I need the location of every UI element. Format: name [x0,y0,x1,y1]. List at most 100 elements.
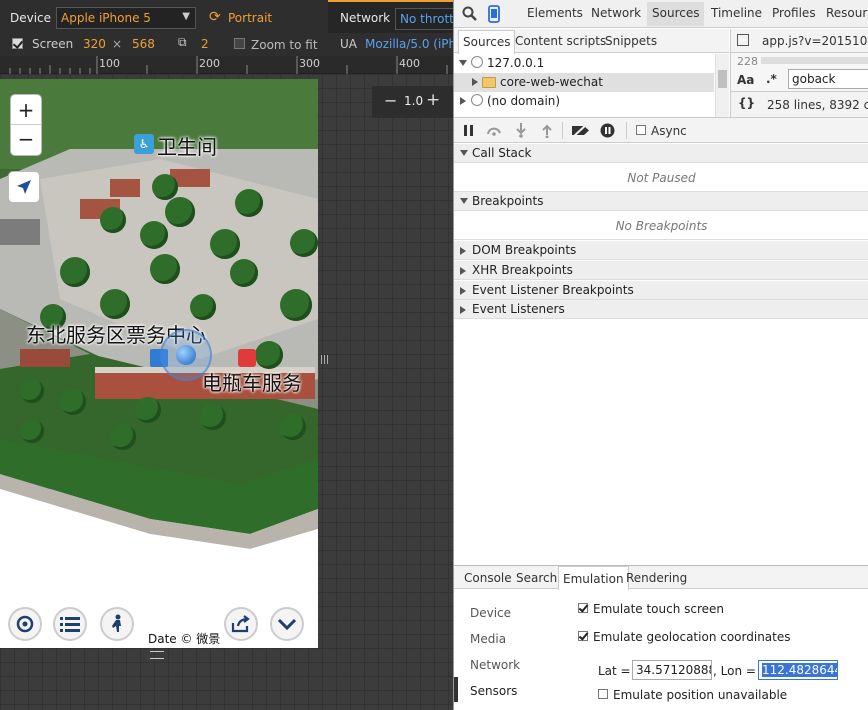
step-into-icon[interactable] [516,123,526,138]
map-locate-button[interactable] [8,171,40,203]
expand-triangle-icon [460,198,468,204]
navigator-tab-sources[interactable]: Sources [458,30,516,54]
breakpoints-header[interactable]: Breakpoints [454,192,868,211]
tree-item-localhost[interactable]: 127.0.0.1 [454,54,714,73]
list-button[interactable] [53,607,87,641]
pretty-print-icon[interactable]: {} [738,96,755,110]
drawer-tab-search[interactable]: Search [516,571,557,585]
emulate-touch-label: Emulate touch screen [593,602,725,616]
navigation-arrow-icon [17,180,31,194]
tree-scrollbar[interactable] [715,54,729,117]
section-title: Call Stack [472,146,532,160]
ua-label: UA [340,37,357,51]
position-unavailable-checkbox[interactable] [598,689,608,699]
search-input[interactable]: goback [788,69,868,89]
map-tree [60,389,86,415]
line-number: 228 [737,55,758,68]
inspect-search-icon[interactable] [462,6,477,21]
event-listener-breakpoints-header[interactable]: Event Listener Breakpoints [454,281,868,300]
resize-handle-right[interactable]: ||| [320,356,329,372]
xhr-breakpoints-header[interactable]: XHR Breakpoints [454,261,868,280]
map-zoom-in-button[interactable]: + [11,95,41,125]
map-tree [235,189,263,217]
tree-item-core-web-wechat[interactable]: core-web-wechat [454,73,714,92]
zoom-to-fit-checkbox[interactable] [234,38,245,49]
target-button[interactable] [8,607,42,641]
emulation-toolbar: Device Apple iPhone 5 ▼ ⟳ Portrait Netwo… [0,0,454,56]
tab-profiles[interactable]: Profiles [772,6,816,20]
tree-item-no-domain[interactable]: (no domain) [454,92,714,111]
map-tree [190,294,216,320]
network-select[interactable]: No thrott [395,8,454,30]
emulate-touch-checkbox[interactable] [578,603,588,613]
toggle-navigator-icon[interactable] [737,34,749,46]
latitude-input[interactable]: 34.571208888 [632,660,712,680]
event-listeners-header[interactable]: Event Listeners [454,300,868,319]
walking-tour-button[interactable] [100,607,134,641]
longitude-input[interactable]: 112.48286444 [758,660,838,680]
horizontal-ruler: 100 200 300 400 [0,56,453,74]
position-unavailable-label: Emulate position unavailable [613,688,788,702]
async-checkbox[interactable] [636,125,646,135]
step-out-icon[interactable] [542,123,552,138]
editor-hscroll[interactable] [761,57,868,64]
map-zoom-out-button[interactable]: − [11,125,41,155]
match-case-toggle[interactable]: Aa [737,73,754,87]
call-stack-header[interactable]: Call Stack [454,144,868,163]
orientation-label[interactable]: Portrait [228,11,272,25]
drawer-tab-rendering[interactable]: Rendering [626,571,687,585]
device-select[interactable]: Apple iPhone 5 ▼ [56,7,196,29]
globe-icon [471,56,483,68]
tab-timeline[interactable]: Timeline [711,6,762,20]
zoom-in-button[interactable]: + [426,90,440,110]
tab-sources[interactable]: Sources [647,2,705,26]
collapse-button[interactable] [270,607,304,641]
dom-breakpoints-header[interactable]: DOM Breakpoints [454,241,868,260]
pause-on-exceptions-icon[interactable] [600,123,615,138]
emulation-nav-device[interactable]: Device [470,606,511,620]
map-label-restroom[interactable]: 卫生间 [157,131,217,160]
resize-handle-bottom[interactable] [150,651,164,659]
ruler-tick-label: 300 [299,57,320,70]
emulation-nav-media[interactable]: Media [470,632,506,646]
chevron-down-icon [277,618,297,631]
emulate-geo-label: Emulate geolocation coordinates [593,630,791,644]
screen-height-input[interactable]: 568 [132,37,155,51]
device-mode-icon[interactable] [488,5,500,23]
globe-icon [471,94,483,106]
emulate-geo-checkbox[interactable] [578,631,588,641]
editor-tab[interactable]: app.js?v=201510130 [731,29,868,53]
navigator-tab-snippets[interactable]: Snippets [605,34,657,48]
ua-value[interactable]: Mozilla/5.0 (iPho [365,37,453,51]
navigator-tab-content-scripts[interactable]: Content scripts [515,34,606,48]
section-title: Event Listener Breakpoints [472,283,634,297]
map-tree [20,379,44,403]
deactivate-breakpoints-icon[interactable] [571,124,591,137]
emulation-nav-sensors[interactable]: Sensors [470,684,517,698]
emulation-nav-network[interactable]: Network [470,658,520,672]
share-button[interactable] [224,607,258,641]
screen-checkbox[interactable] [12,38,23,49]
tab-elements[interactable]: Elements [527,6,583,20]
folder-icon [482,77,496,88]
screen-width-input[interactable]: 320 [83,37,106,51]
map-tree [135,397,161,423]
map-tree [165,197,195,227]
network-label: Network [340,11,391,25]
map-tree [60,257,90,287]
dpr-input[interactable]: 2 [201,37,209,51]
crosshair-icon [16,615,34,633]
drawer-tab-console[interactable]: Console [464,571,512,585]
map-label-ebike-service[interactable]: 电瓶车服务 [202,367,302,396]
tab-resources[interactable]: Resour [826,6,867,20]
zoom-out-button[interactable]: − [384,91,397,110]
regex-toggle[interactable]: .* [766,72,777,86]
step-over-icon[interactable] [486,125,502,136]
section-title: Event Listeners [472,302,565,316]
scrollbar-thumb[interactable] [718,70,727,88]
map-tree [200,404,226,430]
pause-icon[interactable] [464,125,474,136]
tab-network[interactable]: Network [591,6,641,20]
rotate-icon[interactable]: ⟳ [209,9,221,25]
drawer-tab-emulation[interactable]: Emulation [558,566,629,590]
